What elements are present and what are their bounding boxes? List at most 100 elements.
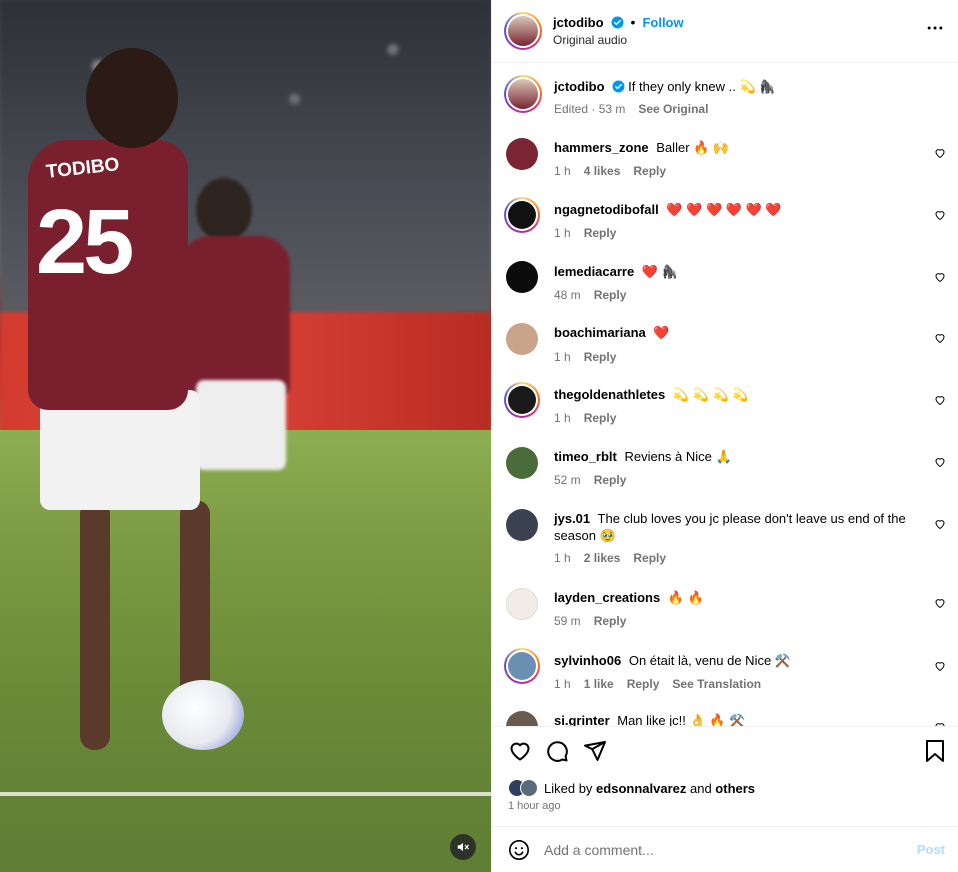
post-media[interactable]: TODIBO 25 — [0, 0, 491, 872]
share-paper-plane-icon[interactable] — [583, 739, 607, 763]
comment-likes[interactable]: 2 likes — [584, 551, 621, 565]
mute-button[interactable] — [450, 834, 476, 860]
pitch-line — [0, 792, 491, 796]
commenter-avatar[interactable] — [504, 382, 540, 418]
reply-button[interactable]: Reply — [584, 350, 617, 364]
comment-username[interactable]: boachimariana — [554, 325, 646, 340]
commenter-avatar[interactable] — [506, 588, 538, 620]
caption-text: If they only knew .. 💫 🦍 — [628, 79, 776, 94]
like-comment-heart-icon[interactable] — [934, 597, 946, 609]
comment-text: Man like jc!! 👌 🔥 ⚒️ — [617, 713, 746, 726]
comment-body: boachimariana ❤️ — [554, 324, 912, 341]
commenter-avatar[interactable] — [504, 648, 540, 684]
reply-button[interactable]: Reply — [584, 226, 617, 240]
comment-time: 1 h — [554, 677, 571, 691]
commenter-avatar[interactable] — [506, 509, 538, 541]
like-comment-heart-icon[interactable] — [934, 147, 946, 159]
add-comment-input[interactable] — [544, 839, 904, 861]
separator-dot: • — [630, 14, 636, 30]
player-leg — [180, 500, 210, 700]
emoji-smiley-icon[interactable] — [508, 839, 530, 861]
comment-username[interactable]: hammers_zone — [554, 140, 649, 155]
football — [162, 680, 244, 750]
post-panel: jctodibo • Follow Original audio jctodib… — [491, 0, 958, 872]
comment-body: thegoldenathletes 💫 💫 💫 💫 — [554, 386, 912, 403]
liker-avatar[interactable] — [520, 779, 538, 797]
author-avatar[interactable] — [504, 75, 542, 113]
comment-body: lemediacarre ❤️ 🦍 — [554, 263, 912, 280]
comment-composer: Post — [492, 826, 958, 872]
like-heart-icon[interactable] — [508, 739, 532, 763]
like-comment-heart-icon[interactable] — [934, 394, 946, 406]
comment-likes[interactable]: 1 like — [584, 677, 614, 691]
reply-button[interactable]: Reply — [627, 677, 660, 691]
like-comment-heart-icon[interactable] — [934, 271, 946, 283]
comment-text: The club loves you jc please don't leave… — [554, 511, 906, 543]
comment-meta: 52 m Reply — [554, 473, 626, 487]
comment-username[interactable]: timeo_rblt — [554, 449, 617, 464]
comment-meta: 1 h Reply — [554, 226, 616, 240]
see-translation-button[interactable]: See Translation — [672, 677, 761, 691]
liked-by-others[interactable]: others — [715, 781, 755, 796]
comment-username[interactable]: sylvinho06 — [554, 653, 621, 668]
commenter-avatar[interactable] — [506, 323, 538, 355]
like-comment-heart-icon[interactable] — [934, 332, 946, 344]
comment-body: jys.01 The club loves you jc please don'… — [554, 510, 912, 544]
follow-button[interactable]: Follow — [642, 15, 683, 30]
author-avatar[interactable] — [504, 12, 542, 50]
bookmark-icon[interactable] — [924, 739, 946, 763]
comment-body: hammers_zone Baller 🔥 🙌 — [554, 139, 912, 156]
comment-username[interactable]: si.grinter — [554, 713, 610, 726]
reply-button[interactable]: Reply — [633, 164, 666, 178]
comment-likes[interactable]: 4 likes — [584, 164, 621, 178]
comment-time: 1 h — [554, 164, 571, 178]
comment-text: 🔥 🔥 — [667, 590, 704, 605]
comment-text: ❤️ — [653, 325, 670, 340]
comment-bubble-icon[interactable] — [545, 739, 569, 763]
caption-username[interactable]: jctodibo — [554, 79, 605, 94]
like-comment-heart-icon[interactable] — [934, 456, 946, 468]
comment-username[interactable]: layden_creations — [554, 590, 660, 605]
reply-button[interactable]: Reply — [584, 411, 617, 425]
caption-text-row: jctodibo If they only knew .. 💫 🦍 — [554, 78, 912, 95]
commenter-avatar[interactable] — [506, 447, 538, 479]
comment-username[interactable]: lemediacarre — [554, 264, 634, 279]
background-player-head — [196, 178, 252, 242]
like-comment-heart-icon[interactable] — [934, 660, 946, 672]
author-username[interactable]: jctodibo — [553, 15, 604, 30]
commenter-avatar[interactable] — [506, 138, 538, 170]
comment-body: sylvinho06 On était là, venu de Nice ⚒️ — [554, 652, 912, 669]
reply-button[interactable]: Reply — [594, 614, 627, 628]
liked-by-user[interactable]: edsonnalvarez — [596, 781, 686, 796]
post-time-ago[interactable]: 1 hour ago — [508, 800, 561, 812]
reply-button[interactable]: Reply — [633, 551, 666, 565]
comment-username[interactable]: jys.01 — [554, 511, 590, 526]
comment-meta: 1 h 1 like Reply See Translation — [554, 677, 761, 691]
comment-username[interactable]: ngagnetodibofall — [554, 202, 659, 217]
background-player-shirt — [180, 236, 290, 396]
comment-time: 1 h — [554, 411, 571, 425]
audio-label[interactable]: Original audio — [553, 33, 627, 47]
verified-badge-icon — [611, 16, 624, 28]
commenter-avatar[interactable] — [504, 197, 540, 233]
reply-button[interactable]: Reply — [594, 473, 627, 487]
comment-text: Baller 🔥 🙌 — [656, 140, 730, 155]
comment-body: layden_creations 🔥 🔥 — [554, 589, 912, 606]
like-comment-heart-icon[interactable] — [934, 518, 946, 530]
verified-badge-icon — [612, 80, 625, 93]
caption-edited: Edited · 53 m — [554, 102, 626, 116]
comments-list[interactable]: jctodibo If they only knew .. 💫 🦍 Edited… — [492, 63, 958, 726]
comment-time: 1 h — [554, 350, 571, 364]
comment-time: 52 m — [554, 473, 581, 487]
reply-button[interactable]: Reply — [594, 288, 627, 302]
post-comment-button[interactable]: Post — [917, 842, 945, 857]
see-original-button[interactable]: See Original — [638, 102, 708, 116]
comment-text: ❤️ ❤️ ❤️ ❤️ ❤️ ❤️ — [666, 202, 782, 217]
background-player-shorts — [196, 380, 286, 470]
more-options-button[interactable] — [925, 18, 945, 41]
like-comment-heart-icon[interactable] — [934, 209, 946, 221]
commenter-avatar[interactable] — [506, 711, 538, 726]
commenter-avatar[interactable] — [506, 261, 538, 293]
comment-username[interactable]: thegoldenathletes — [554, 387, 665, 402]
speaker-muted-icon — [457, 842, 469, 852]
